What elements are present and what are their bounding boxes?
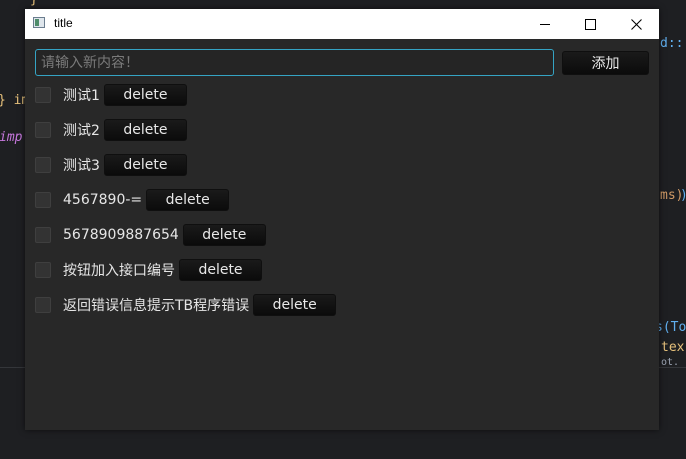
item-text: 4567890-= bbox=[63, 192, 143, 208]
item-text: 测试2 bbox=[63, 123, 100, 139]
code-fragment: } bbox=[30, 0, 38, 7]
close-button[interactable] bbox=[613, 9, 659, 39]
list-item: 测试1 delete bbox=[35, 83, 187, 107]
item-text: 测试3 bbox=[63, 158, 100, 174]
code-fragment: s(To bbox=[655, 320, 686, 335]
delete-button[interactable]: delete bbox=[146, 189, 230, 211]
minimize-button[interactable] bbox=[522, 9, 568, 39]
title-bar[interactable]: title bbox=[25, 9, 659, 39]
item-text: 按钮加入接口编号 bbox=[63, 263, 175, 279]
app-window: title 添加 测试1 delete 测试2 delete 测试3 bbox=[25, 9, 659, 430]
close-icon bbox=[630, 18, 642, 30]
delete-button[interactable]: delete bbox=[103, 154, 187, 176]
maximize-icon bbox=[584, 18, 596, 30]
delete-button[interactable]: delete bbox=[103, 84, 187, 106]
code-fragment: d:: bbox=[660, 36, 684, 51]
delete-button[interactable]: delete bbox=[253, 294, 337, 316]
item-checkbox[interactable] bbox=[35, 87, 51, 103]
window-title: title bbox=[54, 16, 73, 30]
item-checkbox[interactable] bbox=[35, 297, 51, 313]
new-item-input[interactable] bbox=[35, 49, 554, 76]
list-item: 5678909887654 delete bbox=[35, 223, 266, 247]
item-checkbox[interactable] bbox=[35, 157, 51, 173]
maximize-button[interactable] bbox=[567, 9, 613, 39]
list-item: 按钮加入接口编号 delete bbox=[35, 258, 262, 282]
add-button[interactable]: 添加 bbox=[562, 51, 649, 75]
list-item: 测试3 delete bbox=[35, 153, 187, 177]
item-text: 5678909887654 bbox=[63, 227, 179, 243]
item-checkbox[interactable] bbox=[35, 227, 51, 243]
delete-button[interactable]: delete bbox=[182, 224, 266, 246]
code-fragment: tex bbox=[661, 340, 685, 355]
item-checkbox[interactable] bbox=[35, 262, 51, 278]
code-fragment: imp bbox=[0, 130, 23, 145]
delete-button[interactable]: delete bbox=[179, 259, 262, 281]
delete-button[interactable]: delete bbox=[103, 119, 187, 141]
item-text: 返回错误信息提示TB程序错误 bbox=[63, 298, 250, 314]
code-fragment: ) bbox=[680, 188, 686, 203]
list-item: 4567890-= delete bbox=[35, 188, 230, 212]
item-checkbox[interactable] bbox=[35, 122, 51, 138]
list-item: 测试2 delete bbox=[35, 118, 187, 142]
app-icon bbox=[33, 17, 45, 28]
minimize-icon bbox=[540, 23, 550, 25]
item-text: 测试1 bbox=[63, 88, 100, 104]
item-checkbox[interactable] bbox=[35, 192, 51, 208]
list-item: 返回错误信息提示TB程序错误 delete bbox=[35, 293, 337, 317]
